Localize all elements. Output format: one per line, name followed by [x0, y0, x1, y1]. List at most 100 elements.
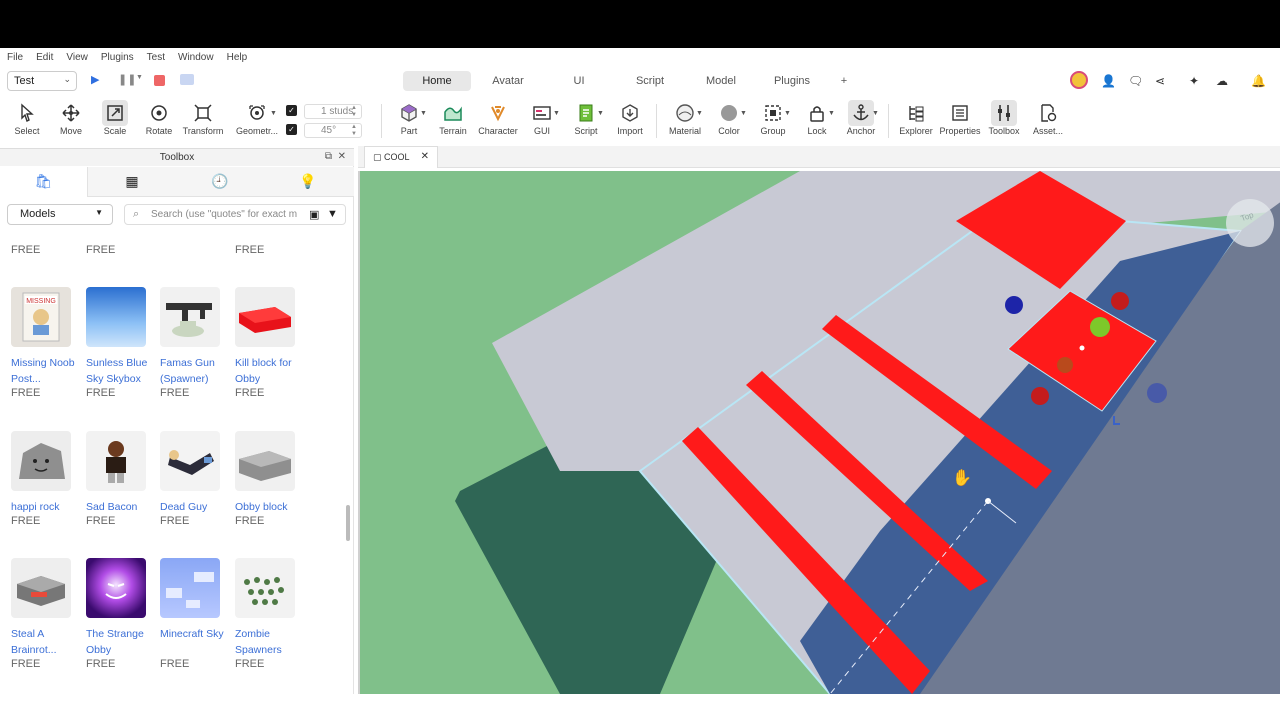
transform-tool[interactable]: Transform — [180, 100, 226, 142]
doc-tab-cool[interactable]: ▢ COOL ✕ — [364, 146, 438, 168]
asset-manager-button[interactable]: Asset... — [1025, 100, 1071, 142]
cursor-icon — [4, 100, 50, 126]
explorer-icon — [893, 100, 939, 126]
popout-icon[interactable]: ⧉ — [325, 151, 332, 162]
pause-icon[interactable]: ❚❚ — [118, 73, 136, 86]
add-user-icon[interactable]: 👤 — [1101, 74, 1116, 88]
gui-tool[interactable]: GUI — [519, 100, 565, 142]
image-search-icon[interactable]: ▣ — [307, 208, 320, 221]
anchor-tool[interactable]: Anchor — [838, 100, 884, 142]
tab-home[interactable]: Home — [403, 71, 471, 91]
chevron-down-icon[interactable]: ▼ — [270, 110, 277, 117]
3d-viewport[interactable]: ✋ Top — [358, 171, 1280, 694]
move-snap-field[interactable]: 1 studs ▲ ▼ — [304, 104, 362, 119]
asset-thumbnail — [160, 558, 220, 618]
move-tool[interactable]: Move — [48, 100, 94, 142]
import-tool[interactable]: Import — [607, 100, 653, 142]
chevron-down-icon[interactable]: ▼ — [784, 110, 791, 117]
asset-name[interactable]: Obby block — [235, 499, 305, 515]
material-tool[interactable]: Material — [662, 100, 708, 142]
explorer-button[interactable]: Explorer — [893, 100, 939, 142]
rotate-tool[interactable]: Rotate — [136, 100, 182, 142]
bell-icon[interactable]: 🔔 — [1251, 74, 1266, 88]
tab-model[interactable]: Model — [687, 71, 755, 91]
chevron-down-icon[interactable]: ▼ — [828, 110, 835, 117]
asset-name[interactable]: Dead Guy — [160, 499, 230, 515]
terrain-tool[interactable]: Terrain — [430, 100, 476, 142]
lock-tool[interactable]: Lock — [794, 100, 840, 142]
stop-icon[interactable] — [154, 75, 165, 86]
tab-script[interactable]: Script — [613, 71, 687, 91]
asset-name[interactable]: Missing Noob Post... — [11, 355, 81, 387]
toolbox-scrollbar[interactable] — [346, 505, 350, 541]
checkbox-checked-icon[interactable]: ✓ — [286, 105, 297, 116]
asset-name[interactable]: Famas Gun (Spawner) — [160, 355, 230, 387]
tab-ui[interactable]: UI — [545, 71, 613, 91]
category-select[interactable]: Models ▼ — [7, 204, 113, 225]
checkbox-checked-icon[interactable]: ✓ — [286, 124, 297, 135]
chevron-down-icon[interactable]: ▼ — [696, 110, 703, 117]
avatar[interactable] — [1070, 71, 1088, 89]
chat-icon[interactable]: 🗨 — [1128, 74, 1143, 88]
tab-avatar[interactable]: Avatar — [471, 71, 545, 91]
asset-name[interactable]: happi rock — [11, 499, 81, 515]
move-snap-control[interactable]: ✓ 1 studs ▲ ▼ — [286, 104, 372, 120]
share-icon[interactable]: ⋖ — [1155, 74, 1165, 88]
chevron-down-icon[interactable]: ▼ — [420, 110, 427, 117]
scale-tool[interactable]: Scale — [92, 100, 138, 142]
rotate-snap-field[interactable]: 45° ▲ ▼ — [304, 123, 362, 138]
script-tool[interactable]: Script — [563, 100, 609, 142]
stepper-icon[interactable]: ▲ ▼ — [351, 124, 357, 138]
cloud-icon[interactable]: ☁ — [1216, 74, 1228, 88]
chevron-down-icon[interactable]: ▼ — [740, 110, 747, 117]
color-tool[interactable]: Color — [706, 100, 752, 142]
chevron-down-icon[interactable]: ▼ — [872, 110, 879, 117]
toolbox-icon — [991, 100, 1017, 126]
chevron-down-icon[interactable]: ▼ — [553, 110, 560, 117]
asset-name[interactable]: Sad Bacon — [86, 499, 156, 515]
menu-help[interactable]: Help — [227, 52, 248, 63]
letterbox-bottom — [0, 694, 1280, 720]
filter-icon[interactable]: ▼ — [327, 208, 338, 220]
tab-recent[interactable]: 🕘 — [176, 167, 264, 197]
screen-icon[interactable] — [180, 74, 194, 85]
asset-name[interactable]: Zombie Spawners — [235, 626, 305, 658]
properties-button[interactable]: Properties — [937, 100, 983, 142]
asset-price: FREE — [86, 387, 116, 399]
toolbox-button[interactable]: Toolbox — [981, 100, 1027, 142]
document-tabs: ▢ COOL ✕ — [358, 146, 1280, 168]
tab-add[interactable]: + — [829, 71, 859, 91]
close-icon[interactable]: ✕ — [338, 151, 346, 162]
menu-view[interactable]: View — [66, 52, 88, 63]
price-label: FREE — [86, 244, 116, 256]
menu-file[interactable]: File — [7, 52, 23, 63]
asset-name[interactable]: Steal A Brainrot... — [11, 626, 81, 658]
menu-test[interactable]: Test — [147, 52, 165, 63]
tab-plugins[interactable]: Plugins — [755, 71, 829, 91]
menu-edit[interactable]: Edit — [36, 52, 53, 63]
asset-thumbnail: MISSING — [11, 287, 71, 347]
stepper-icon[interactable]: ▲ ▼ — [351, 105, 357, 119]
close-icon[interactable]: ✕ — [421, 151, 429, 162]
asset-name[interactable]: Kill block for Obby — [235, 355, 305, 387]
asset-name[interactable]: Sunless Blue Sky Skybox — [86, 355, 156, 387]
toolbox-search-input[interactable]: ⌕ Search (use "quotes" for exact m ▣ ▼ — [124, 204, 346, 225]
select-tool[interactable]: Select — [4, 100, 50, 142]
tab-inventory[interactable]: ▦ — [88, 167, 176, 197]
tab-creations[interactable]: 💡 — [264, 167, 352, 197]
mode-select[interactable]: Test ⌄ — [7, 71, 77, 91]
chevron-down-icon[interactable]: ▼ — [136, 74, 143, 81]
play-icon[interactable]: ▶ — [91, 73, 99, 86]
menu-plugins[interactable]: Plugins — [101, 52, 134, 63]
geometry-tool[interactable]: Geometr... — [234, 100, 280, 142]
asset-name[interactable]: The Strange Obby — [86, 626, 156, 658]
rotate-snap-control[interactable]: ✓ 45° ▲ ▼ — [286, 123, 372, 139]
part-tool[interactable]: Part — [386, 100, 432, 142]
assistant-icon[interactable]: ✦ — [1189, 74, 1199, 88]
character-tool[interactable]: Character — [475, 100, 521, 142]
group-tool[interactable]: Group — [750, 100, 796, 142]
menu-window[interactable]: Window — [178, 52, 214, 63]
tab-marketplace[interactable]: 🛍 — [0, 167, 88, 197]
chevron-down-icon[interactable]: ▼ — [597, 110, 604, 117]
asset-name[interactable]: Minecraft Sky — [160, 626, 230, 642]
